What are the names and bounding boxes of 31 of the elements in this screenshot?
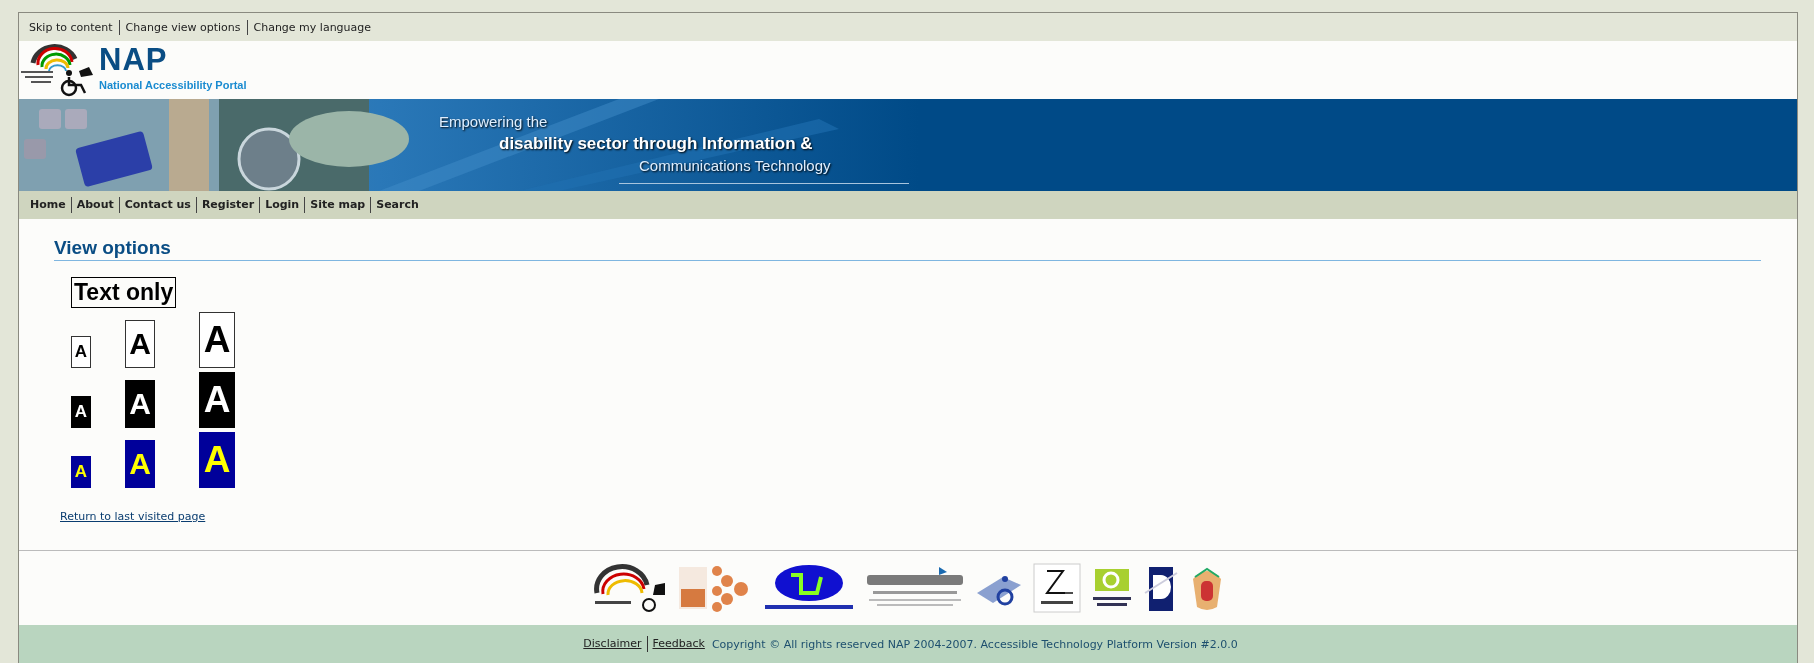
banner-tagline: disability sector through Information &	[499, 133, 814, 155]
text-size-button[interactable]: A	[71, 396, 91, 428]
partner-logo	[1033, 563, 1081, 613]
nav-link[interactable]: Site map	[304, 197, 371, 213]
nav-link[interactable]: Search	[370, 197, 424, 213]
nav-link[interactable]: Register	[195, 197, 260, 213]
nav-link[interactable]: Login	[259, 197, 305, 213]
footer-link[interactable]: Feedback	[646, 636, 710, 652]
text-size-button[interactable]: A	[71, 456, 91, 488]
text-size-button[interactable]: A	[125, 380, 155, 428]
footer-link[interactable]: Disclaimer	[578, 636, 647, 652]
copyright-text: Copyright © All rights reserved NAP 2004-2007. Accessible Technology Platform Version #2.0.0	[711, 637, 1238, 651]
text-size-button[interactable]: A	[125, 440, 155, 488]
site-subtitle: National Accessibility Portal	[99, 79, 247, 91]
skip-link[interactable]: Change view options	[118, 19, 247, 35]
nav-link[interactable]: About	[70, 197, 119, 213]
page-heading: View options	[54, 237, 1761, 261]
text-size-button[interactable]: A	[125, 320, 155, 368]
text-size-button[interactable]: A	[199, 372, 235, 428]
nav-link[interactable]: Home	[25, 197, 71, 213]
skip-link[interactable]: Change my language	[246, 19, 378, 35]
nav-link[interactable]: Contact us	[118, 197, 196, 213]
text-size-button[interactable]: A	[199, 312, 235, 368]
banner-tagline: Communications Technology	[639, 156, 831, 176]
skip-link[interactable]: Skip to content	[29, 19, 119, 35]
text-size-button[interactable]: A	[199, 432, 235, 488]
text-only-button[interactable]: Text only	[71, 277, 177, 308]
return-link[interactable]: Return to last visited page	[60, 510, 206, 523]
site-logo-text[interactable]: NAP	[99, 43, 247, 77]
text-size-button[interactable]: A	[71, 336, 91, 368]
banner-tagline: Empowering the	[439, 112, 549, 132]
